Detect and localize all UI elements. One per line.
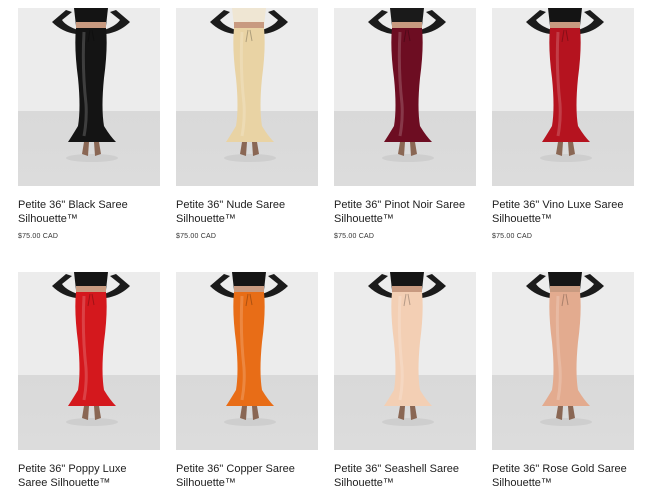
product-title[interactable]: Petite 36" Pinot Noir Saree Silhouette™ (334, 198, 474, 226)
product-card-seashell[interactable]: Petite 36" Seashell Saree Silhouette™ (334, 272, 476, 490)
product-card-black[interactable]: Petite 36" Black Saree Silhouette™ $75.0… (18, 8, 160, 240)
copper-saree-silhouette-photo (210, 272, 288, 426)
product-image[interactable] (334, 8, 476, 186)
product-title[interactable]: Petite 36" Copper Saree Silhouette™ (176, 462, 316, 490)
product-image[interactable] (18, 8, 160, 186)
product-image[interactable] (334, 272, 476, 450)
black-saree-silhouette-photo (52, 8, 130, 162)
product-card-poppy-luxe[interactable]: Petite 36" Poppy Luxe Saree Silhouette™ (18, 272, 160, 490)
rose-gold-saree-silhouette-photo (526, 272, 604, 426)
vino-luxe-saree-silhouette-photo (526, 8, 604, 162)
product-image[interactable] (18, 272, 160, 450)
product-price: $75.00 CAD (176, 233, 217, 240)
product-price: $75.00 CAD (492, 233, 533, 240)
product-title[interactable]: Petite 36" Seashell Saree Silhouette™ (334, 462, 474, 490)
product-card-nude[interactable]: Petite 36" Nude Saree Silhouette™ $75.00… (176, 8, 318, 240)
product-card-rose-gold[interactable]: Petite 36" Rose Gold Saree Silhouette™ (492, 272, 634, 490)
product-image[interactable] (492, 272, 634, 450)
product-image[interactable] (176, 272, 318, 450)
product-title[interactable]: Petite 36" Rose Gold Saree Silhouette™ (492, 462, 632, 490)
product-title[interactable]: Petite 36" Nude Saree Silhouette™ (176, 198, 316, 226)
nude-saree-silhouette-photo (210, 8, 288, 162)
product-image[interactable] (176, 8, 318, 186)
product-title[interactable]: Petite 36" Poppy Luxe Saree Silhouette™ (18, 462, 158, 490)
product-card-copper[interactable]: Petite 36" Copper Saree Silhouette™ (176, 272, 318, 490)
product-card-vino-luxe[interactable]: Petite 36" Vino Luxe Saree Silhouette™ $… (492, 8, 634, 240)
poppy-luxe-saree-silhouette-photo (52, 272, 130, 426)
product-price: $75.00 CAD (334, 233, 375, 240)
seashell-saree-silhouette-photo (368, 272, 446, 426)
product-price: $75.00 CAD (18, 233, 59, 240)
pinot-noir-saree-silhouette-photo (368, 8, 446, 162)
product-title[interactable]: Petite 36" Black Saree Silhouette™ (18, 198, 158, 226)
product-title[interactable]: Petite 36" Vino Luxe Saree Silhouette™ (492, 198, 632, 226)
product-image[interactable] (492, 8, 634, 186)
product-card-pinot-noir[interactable]: Petite 36" Pinot Noir Saree Silhouette™ … (334, 8, 476, 240)
